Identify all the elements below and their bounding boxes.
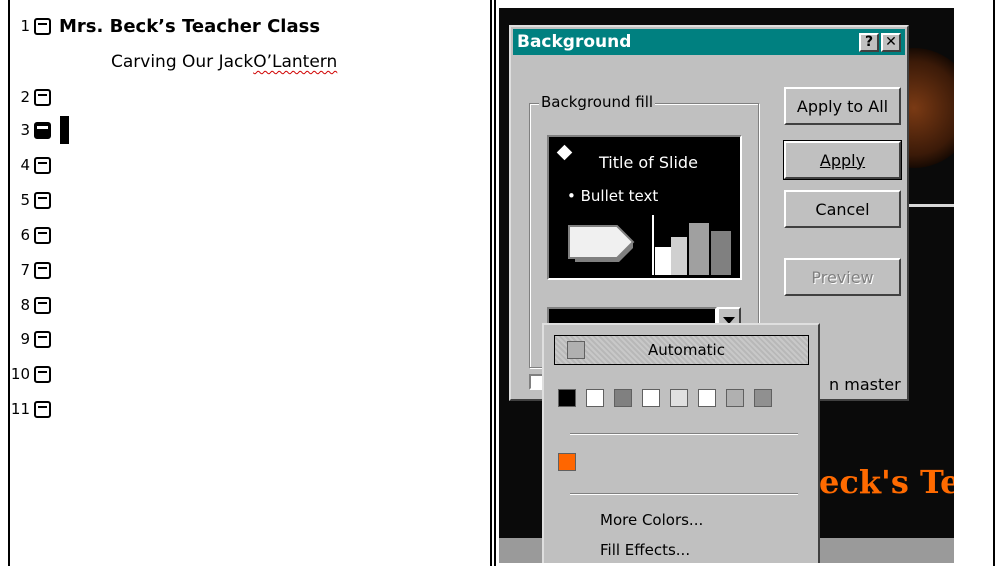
outline-slide-7[interactable]: 7 [8, 258, 51, 282]
dialog-title: Background [517, 32, 632, 52]
slide-icon[interactable] [34, 330, 51, 348]
automatic-label: Automatic [648, 341, 725, 359]
preview-button: Preview [784, 258, 901, 296]
swatch-light-gray[interactable] [670, 389, 688, 407]
swatch-silver[interactable] [726, 389, 744, 407]
apply-to-all-button[interactable]: Apply to All [784, 87, 901, 125]
outline-slide-2[interactable]: 2 [8, 85, 51, 109]
table-border-right [993, 0, 995, 566]
slide-icon[interactable] [34, 88, 51, 106]
separator [570, 493, 798, 495]
table-border-middle [490, 0, 492, 566]
more-colors-item[interactable]: More Colors... [600, 511, 703, 529]
swatch-dark-silver[interactable] [754, 389, 772, 407]
slide-icon[interactable] [34, 156, 51, 174]
slide-icon[interactable] [34, 400, 51, 418]
group-label: Background fill [539, 93, 656, 111]
pentagon-arrow-icon [568, 225, 635, 262]
slide-number: 8 [20, 296, 30, 314]
slide-title-text: eck's Te [819, 463, 954, 501]
slide-preview: Title of Slide • Bullet text [547, 135, 742, 280]
slide-icon[interactable] [34, 191, 51, 209]
swatch-orange-recent[interactable] [558, 453, 576, 471]
preview-bullet: • Bullet text [567, 187, 659, 205]
swatch-white[interactable] [586, 389, 604, 407]
outline-slide-8[interactable]: 8 [8, 293, 51, 317]
outline-slide-10[interactable]: 10 [8, 362, 51, 386]
slide-number: 7 [20, 261, 30, 279]
subtitle-text: Carving Our Jack [111, 52, 254, 72]
close-button[interactable]: ✕ [881, 33, 901, 52]
apply-label: Apply [819, 150, 866, 170]
outline-slide-9[interactable]: 9 [8, 327, 51, 351]
outline-slide-3[interactable]: 3 [8, 116, 69, 144]
dialog-titlebar[interactable]: Background ? ✕ [513, 29, 905, 55]
slide-number: 6 [20, 226, 30, 244]
slide-number: 4 [20, 156, 30, 174]
diamond-icon [556, 144, 573, 161]
slide-icon[interactable] [34, 226, 51, 244]
swatch-black[interactable] [558, 389, 576, 407]
slide-number: 2 [20, 88, 30, 106]
powerpoint-screenshot: eck's Te Background ? ✕ Background fill … [499, 8, 954, 563]
help-button[interactable]: ? [859, 33, 879, 52]
bar-chart-icon [652, 215, 731, 275]
slide-number: 3 [20, 121, 30, 139]
outline-slide-5[interactable]: 5 [8, 188, 51, 212]
outline-slide-4[interactable]: 4 [8, 153, 51, 177]
apply-button[interactable]: Apply [783, 140, 902, 180]
swatch-white-3[interactable] [698, 389, 716, 407]
slide-number: 1 [20, 17, 30, 35]
outline-slide-11[interactable]: 11 [8, 397, 51, 421]
omit-master-label: n master [829, 375, 901, 394]
slide-icon[interactable] [34, 365, 51, 383]
outline-slide-6[interactable]: 6 [8, 223, 51, 247]
color-picker-popup: Automatic More Colors... Fill Effects... [542, 323, 820, 563]
slide-number: 10 [10, 365, 30, 383]
slide-icon[interactable] [34, 296, 51, 314]
swatch-white-2[interactable] [642, 389, 660, 407]
text-cursor [60, 116, 69, 144]
slide-number: 9 [20, 330, 30, 348]
swatch-gray[interactable] [614, 389, 632, 407]
slide-icon[interactable] [34, 261, 51, 279]
fill-effects-item[interactable]: Fill Effects... [600, 541, 690, 559]
table-border-middle-inner [494, 0, 496, 566]
misspelled-word[interactable]: O’Lantern [253, 52, 337, 72]
outline-subtitle[interactable]: Carving Our Jack O’Lantern [111, 50, 337, 74]
outline-slide-1[interactable]: 1 Mrs. Beck’s Teacher Class [8, 14, 320, 38]
automatic-color-option[interactable]: Automatic [554, 335, 809, 365]
slide-number: 11 [10, 400, 30, 418]
slide-title[interactable]: Mrs. Beck’s Teacher Class [59, 16, 320, 37]
scheme-color-swatches [558, 389, 772, 407]
cancel-button[interactable]: Cancel [784, 190, 901, 228]
preview-title: Title of Slide [599, 153, 698, 172]
separator [570, 433, 798, 435]
automatic-swatch [567, 341, 585, 359]
slide-icon-selected[interactable] [34, 121, 51, 139]
slide-number: 5 [20, 191, 30, 209]
slide-icon[interactable] [34, 17, 51, 35]
